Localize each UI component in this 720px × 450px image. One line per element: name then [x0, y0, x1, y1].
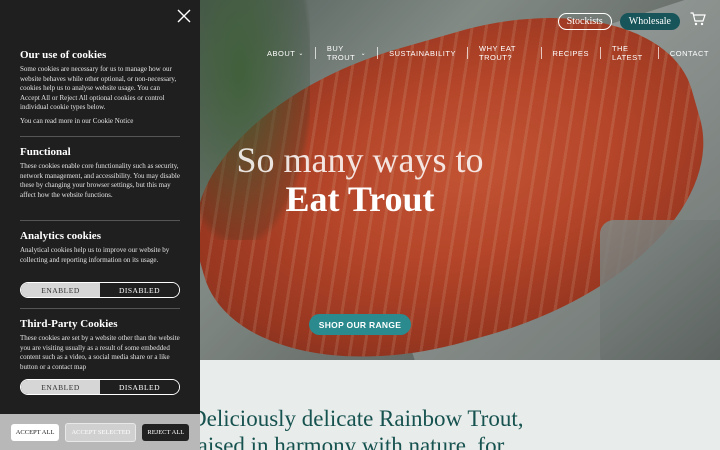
third-party-section: Third-Party Cookies These cookies are se… [20, 318, 180, 372]
functional-section: Functional These cookies enable core fun… [20, 146, 180, 200]
cookie-panel: Our use of cookies Some cookies are nece… [0, 0, 200, 450]
third-party-enabled-option[interactable]: ENABLED [21, 380, 100, 394]
third-party-title: Third-Party Cookies [20, 318, 118, 330]
nav-about[interactable]: ABOUT ⌄ [256, 47, 316, 59]
nav-buy-trout[interactable]: BUY TROUT ⌄ [316, 44, 379, 62]
accept-all-button[interactable]: ACCEPT ALL [10, 423, 60, 441]
analytics-disabled-option[interactable]: DISABLED [100, 283, 179, 297]
chevron-down-icon: ⌄ [298, 50, 304, 57]
hero-line-2: Eat Trout [285, 179, 435, 219]
header-pills: Stockists Wholesale [557, 13, 680, 30]
hero-line-1: So many ways to [236, 140, 484, 180]
nav-sustainability[interactable]: SUSTAINABILITY [378, 47, 468, 59]
third-party-body: These cookies are set by a website other… [20, 334, 180, 371]
analytics-enabled-option[interactable]: ENABLED [21, 283, 100, 297]
hero-headline: So many ways to Eat Trout [200, 140, 520, 218]
reject-all-button[interactable]: REJECT ALL [142, 423, 190, 441]
analytics-title: Analytics cookies [20, 230, 101, 242]
cookie-use-section: Our use of cookies Some cookies are nece… [20, 49, 180, 126]
cookie-use-body: Some cookies are necessary for us to man… [20, 65, 177, 111]
nav-contact[interactable]: CONTACT [659, 47, 720, 59]
third-party-toggle[interactable]: ENABLED DISABLED [20, 379, 180, 395]
chevron-down-icon: ⌄ [360, 50, 367, 57]
divider [20, 308, 180, 309]
cookie-footer: ACCEPT ALL ACCEPT SELECTED REJECT ALL [0, 414, 200, 450]
stockists-button[interactable]: Stockists [557, 13, 612, 30]
third-party-disabled-option[interactable]: DISABLED [100, 380, 179, 394]
shop-our-range-button[interactable]: SHOP OUR RANGE [309, 314, 411, 335]
nav-the-latest[interactable]: THE LATEST [601, 44, 659, 62]
functional-body: These cookies enable core functionality … [20, 162, 180, 199]
intro-text: Deliciously delicate Rainbow Trout, rais… [190, 406, 524, 450]
close-icon[interactable] [176, 8, 192, 24]
accept-selected-button[interactable]: ACCEPT SELECTED [65, 422, 137, 442]
nav-recipes[interactable]: RECIPES [542, 47, 601, 59]
analytics-section: Analytics cookies Analytical cookies hel… [20, 230, 180, 265]
cookie-notice-link[interactable]: You can read more in our Cookie Notice [20, 117, 180, 127]
nav-why-eat-trout[interactable]: WHY EAT TROUT? [468, 44, 542, 62]
main-nav: ABOUT ⌄ BUY TROUT ⌄ SUSTAINABILITY WHY EAT… [256, 44, 720, 62]
wholesale-button[interactable]: Wholesale [619, 13, 680, 30]
analytics-toggle[interactable]: ENABLED DISABLED [20, 282, 180, 298]
analytics-body: Analytical cookies help us to improve ou… [20, 246, 170, 264]
cookie-use-title: Our use of cookies [20, 49, 107, 61]
cart-icon[interactable] [690, 12, 706, 26]
divider [20, 220, 180, 221]
functional-title: Functional [20, 146, 71, 158]
divider [20, 136, 180, 137]
